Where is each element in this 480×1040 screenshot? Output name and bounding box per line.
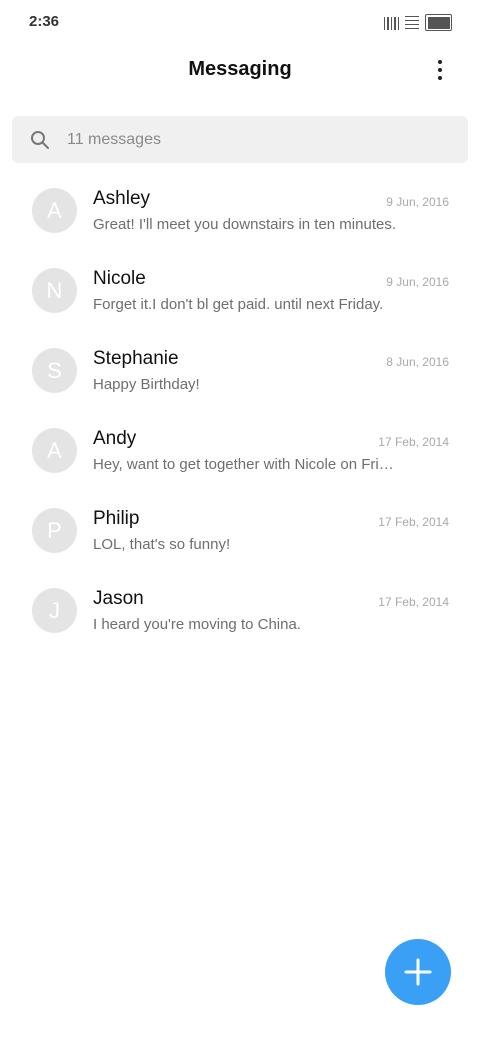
avatar: S	[32, 348, 77, 393]
message-list: A Ashley 9 Jun, 2016 Great! I'll meet yo…	[0, 170, 480, 650]
message-date: 9 Jun, 2016	[386, 195, 449, 209]
app-header: Messaging	[0, 44, 480, 98]
message-item-stephanie[interactable]: S Stephanie 8 Jun, 2016 Happy Birthday!	[0, 330, 480, 410]
message-item-ashley[interactable]: A Ashley 9 Jun, 2016 Great! I'll meet yo…	[0, 170, 480, 250]
avatar: A	[32, 188, 77, 233]
message-preview: Hey, want to get together with Nicole on…	[93, 456, 401, 473]
avatar: P	[32, 508, 77, 553]
message-preview: Forget it.I don't bl get paid. until nex…	[93, 296, 384, 313]
search-icon	[31, 131, 49, 149]
status-time: 2:36	[29, 13, 60, 30]
message-date: 17 Feb, 2014	[378, 435, 449, 449]
avatar: N	[32, 268, 77, 313]
status-bar: 2:36	[0, 0, 480, 44]
message-preview: Happy Birthday!	[93, 376, 200, 393]
message-item-nicole[interactable]: N Nicole 9 Jun, 2016 Forget it.I don't b…	[0, 250, 480, 330]
message-item-philip[interactable]: P Philip 17 Feb, 2014 LOL, that's so fun…	[0, 490, 480, 570]
new-message-button[interactable]	[385, 939, 451, 1005]
page-title: Messaging	[188, 58, 292, 80]
message-preview: Great! I'll meet you downstairs in ten m…	[93, 216, 396, 233]
message-preview: LOL, that's so funny!	[93, 536, 231, 553]
message-item-andy[interactable]: A Andy 17 Feb, 2014 Hey, want to get tog…	[0, 410, 480, 490]
contact-name: Andy	[93, 428, 137, 449]
plus-icon	[404, 958, 432, 986]
message-item-jason[interactable]: J Jason 17 Feb, 2014 I heard you're movi…	[0, 570, 480, 650]
search-placeholder: 11 messages	[67, 131, 161, 148]
message-date: 17 Feb, 2014	[378, 595, 449, 609]
avatar: A	[32, 428, 77, 473]
contact-name: Nicole	[93, 268, 146, 289]
search-input[interactable]: 11 messages	[12, 116, 468, 163]
contact-name: Philip	[93, 508, 140, 529]
more-vertical-icon[interactable]	[428, 54, 452, 86]
message-date: 8 Jun, 2016	[386, 355, 449, 369]
contact-name: Stephanie	[93, 348, 179, 369]
message-date: 9 Jun, 2016	[386, 275, 449, 289]
status-icons	[383, 14, 452, 31]
signal-icon	[383, 16, 399, 30]
battery-icon	[425, 14, 452, 31]
message-date: 17 Feb, 2014	[378, 515, 449, 529]
message-preview: I heard you're moving to China.	[93, 616, 301, 633]
contact-name: Ashley	[93, 188, 151, 209]
wifi-icon	[405, 15, 419, 30]
contact-name: Jason	[93, 588, 144, 609]
avatar: J	[32, 588, 77, 633]
